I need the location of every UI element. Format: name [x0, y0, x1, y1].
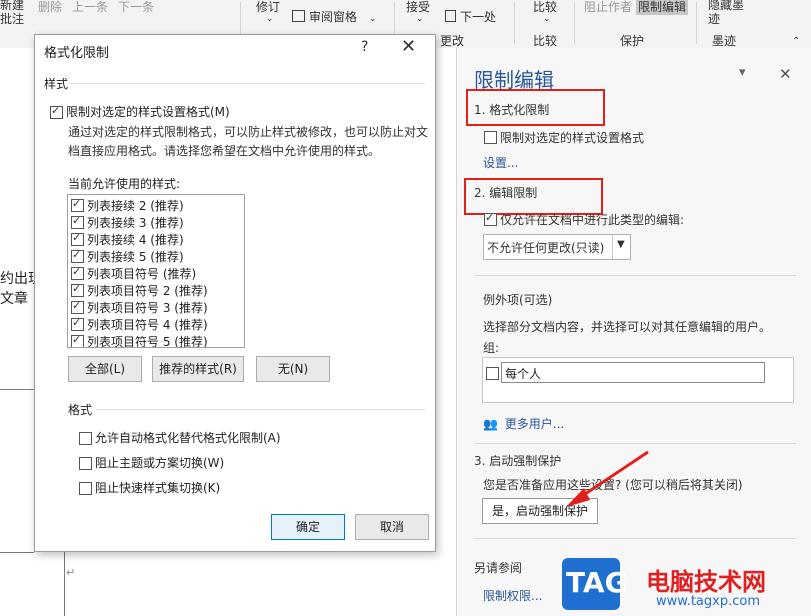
editing-restriction-label: 仅允许在文档中进行此类型的编辑: — [500, 213, 685, 227]
watermark: TAG 电脑技术网 www.tagxp.com — [560, 556, 811, 616]
allowed-styles-list[interactable]: 列表接续 2 (推荐) 列表接续 3 (推荐) 列表接续 4 (推荐) 列表接续… — [67, 194, 245, 348]
review-pane-icon — [292, 10, 305, 22]
restrict-editing-pane: 限制编辑 ▾ ✕ 1. 格式化限制 限制对选定的样式设置格式 设置... 2. … — [456, 48, 811, 616]
block-quickstyle-checkbox[interactable] — [79, 482, 92, 495]
block-theme-checkbox[interactable] — [79, 457, 92, 470]
pane-close-button[interactable]: ✕ — [779, 65, 792, 83]
chevron-down-icon[interactable]: ⌄ — [543, 14, 551, 24]
section3-description: 您是否准备应用这些设置? (您可以稍后将其关闭) — [483, 478, 743, 492]
group-ink-label: 墨迹 — [712, 34, 737, 48]
table-border — [64, 552, 65, 616]
edit-type-select[interactable]: 不允许任何更改(只读) ▼ — [483, 234, 631, 260]
users-icon: 👥 — [483, 417, 498, 431]
pane-options-icon[interactable]: ▾ — [739, 65, 746, 80]
style-checkbox[interactable] — [71, 333, 84, 347]
start-enforcing-button[interactable]: 是，启动强制保护 — [482, 498, 598, 524]
style-checkbox[interactable] — [71, 282, 84, 297]
next-comment-button[interactable]: 下一条 — [118, 0, 154, 15]
ok-button[interactable]: 确定 — [271, 514, 345, 540]
group-changes-label: 更改 — [440, 34, 465, 48]
section-divider — [474, 538, 796, 539]
section3-heading: 3. 启动强制保护 — [474, 454, 562, 468]
groups-label: 组: — [483, 341, 500, 355]
style-checkbox[interactable] — [71, 248, 84, 263]
everyone-item[interactable]: 每个人 — [501, 362, 765, 383]
recommended-styles-button[interactable]: 推荐的样式(R) — [152, 356, 244, 382]
everyone-checkbox[interactable] — [486, 367, 499, 380]
format-section-heading: 格式 — [68, 403, 93, 417]
accept-button[interactable]: 接受 — [406, 0, 430, 15]
section-divider — [69, 83, 425, 84]
edit-type-value: 不允许任何更改(只读) — [487, 241, 605, 255]
group-compare-label: 比较 — [533, 34, 558, 48]
help-button[interactable]: ? — [361, 39, 368, 55]
chevron-down-icon: ▼ — [617, 239, 625, 250]
allowed-styles-label: 当前允许使用的样式: — [68, 177, 181, 191]
select-all-button[interactable]: 全部(L) — [68, 356, 142, 382]
delete-comment-button[interactable]: 删除 — [38, 0, 62, 15]
block-authors-button[interactable]: 阻止作者 — [584, 0, 632, 15]
style-checkbox[interactable] — [71, 231, 84, 246]
select-divider — [612, 235, 613, 259]
collapse-ribbon-icon[interactable]: ⌃ — [792, 36, 800, 47]
style-checkbox[interactable] — [71, 299, 84, 314]
table-border — [0, 552, 34, 553]
exceptions-heading: 例外项(可选) — [483, 293, 553, 307]
style-checkbox[interactable] — [71, 197, 84, 212]
section-divider — [474, 275, 796, 276]
next-change-button[interactable]: 下一处 — [445, 8, 496, 25]
format-restriction-label: 限制对选定的样式设置格式 — [500, 131, 645, 145]
paragraph-mark: ↵ — [66, 566, 76, 579]
group-protect-label: 保护 — [620, 34, 645, 48]
site-name: 电脑技术网 — [646, 568, 766, 596]
editing-restriction-checkbox[interactable] — [484, 211, 497, 226]
red-highlight-box — [466, 89, 605, 126]
cancel-button[interactable]: 取消 — [355, 514, 429, 540]
restrict-editing-button[interactable]: 限制编辑 — [636, 0, 689, 15]
table-border — [0, 389, 34, 390]
chevron-down-icon[interactable]: ⌄ — [416, 14, 424, 24]
dialog-title: 格式化限制 — [44, 46, 110, 61]
red-highlight-box — [464, 178, 603, 215]
site-url: www.tagxp.com — [656, 594, 760, 609]
limit-formatting-checkbox[interactable] — [50, 104, 63, 119]
style-checkbox[interactable] — [71, 265, 84, 280]
hide-ink-button[interactable]: 隐藏墨 迹 — [708, 0, 744, 26]
track-changes-button[interactable]: 修订 — [256, 0, 280, 15]
format-restriction-checkbox[interactable] — [484, 131, 497, 144]
chevron-down-icon: ⌄ — [368, 14, 377, 24]
style-checkbox[interactable] — [71, 214, 84, 229]
limit-formatting-label: 限制对选定的样式设置格式(M) — [66, 105, 230, 119]
dialog-description: 通过对选定的样式限制格式，可以防止样式被修改，也可以防止对文档直接应用格式。请选… — [68, 125, 429, 158]
more-users-link[interactable]: 👥 更多用户... — [483, 415, 564, 432]
exceptions-description: 选择部分文档内容，并选择可以对其任意编辑的用户。 — [483, 320, 772, 334]
ribbon-separator — [574, 2, 575, 44]
ribbon-separator — [696, 2, 697, 44]
prev-comment-button[interactable]: 上一条 — [72, 0, 108, 15]
see-also-heading: 另请参阅 — [474, 561, 523, 575]
section-divider — [474, 443, 796, 444]
new-comment-button[interactable]: 新建 批注 — [0, 0, 24, 26]
block-theme-label: 阻止主题或方案切换(W) — [95, 456, 225, 470]
everyone-label: 每个人 — [505, 367, 542, 381]
settings-link[interactable]: 设置... — [483, 154, 518, 171]
review-pane-button[interactable]: 审阅窗格 ⌄ — [292, 8, 376, 25]
groups-list[interactable]: 每个人 — [482, 357, 794, 403]
block-quickstyle-label: 阻止快速样式集切换(K) — [95, 481, 221, 495]
compare-button[interactable]: 比较 — [533, 0, 557, 15]
style-checkbox[interactable] — [71, 316, 84, 331]
section-divider — [97, 409, 425, 410]
format-restrictions-dialog: 格式化限制 ? ✕ 样式 限制对选定的样式设置格式(M) 通过对选定的样式限制格… — [34, 34, 436, 552]
chevron-down-icon[interactable]: ⌄ — [266, 14, 274, 24]
restrict-permissions-link[interactable]: 限制权限... — [483, 587, 542, 604]
allow-autoformat-checkbox[interactable] — [79, 432, 92, 445]
next-change-icon — [445, 10, 456, 22]
allow-autoformat-label: 允许自动格式化替代格式化限制(A) — [95, 431, 281, 445]
select-none-button[interactable]: 无(N) — [256, 356, 330, 382]
ribbon-separator — [514, 2, 515, 44]
styles-section-heading: 样式 — [44, 77, 69, 91]
dialog-close-button[interactable]: ✕ — [401, 36, 416, 57]
tag-logo-text: TAG — [566, 566, 628, 599]
